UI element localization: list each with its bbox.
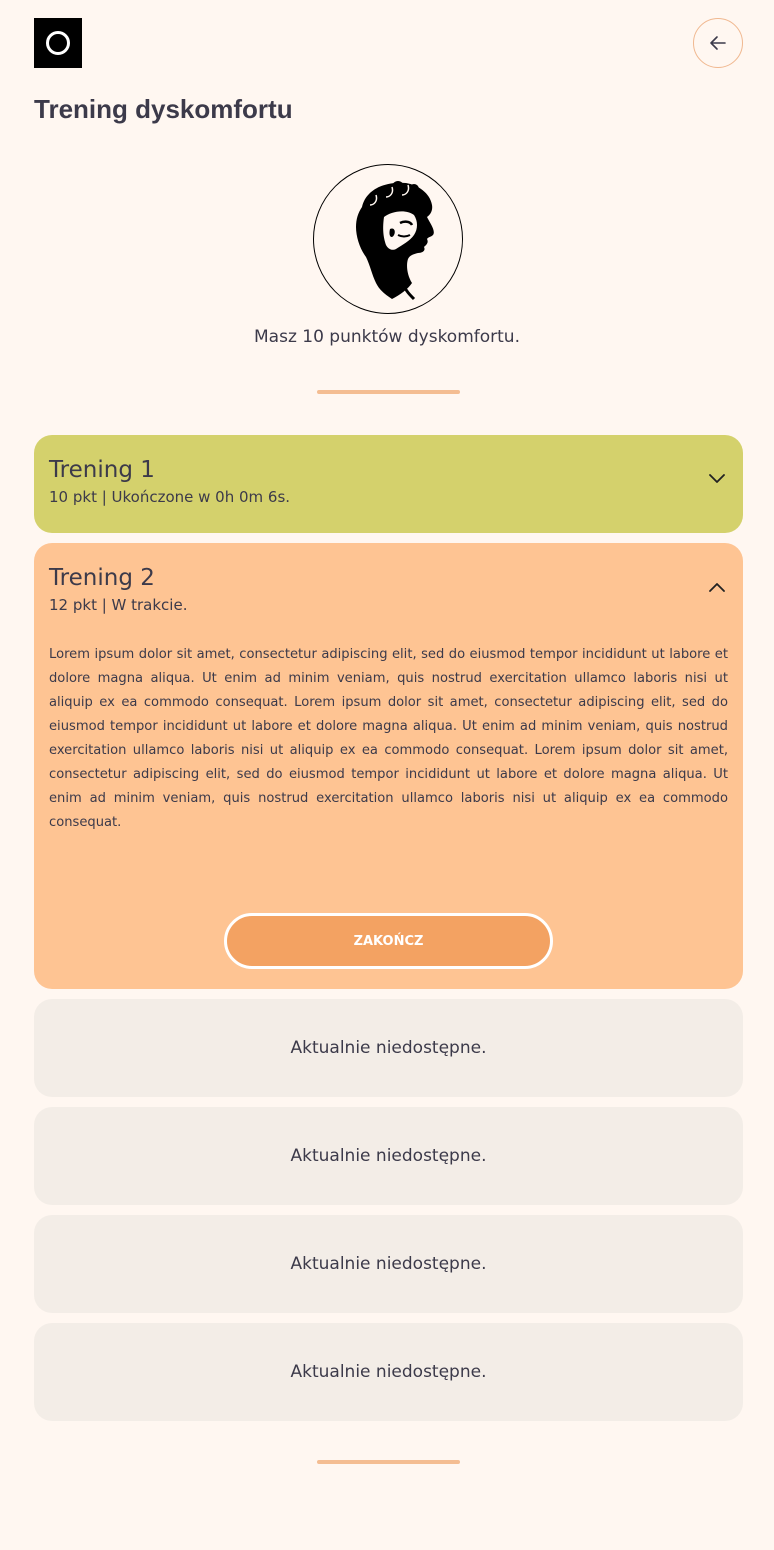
training-title: Trening 2 xyxy=(49,565,155,591)
finish-button[interactable]: ZAKOŃCZ xyxy=(224,913,553,969)
locked-label: Aktualnie niedostępne. xyxy=(290,1146,487,1166)
divider-bottom xyxy=(317,1460,460,1464)
training-card-2[interactable]: Trening 2 12 pkt | W trakcie. Lorem ipsu… xyxy=(34,543,743,989)
page-title: Trening dyskomfortu xyxy=(34,94,293,124)
back-button[interactable] xyxy=(693,18,743,68)
locked-card: Aktualnie niedostępne. xyxy=(34,1107,743,1205)
locked-card: Aktualnie niedostępne. xyxy=(34,1215,743,1313)
points-text: Masz 10 punktów dyskomfortu. xyxy=(254,327,520,347)
ring-logo-icon xyxy=(46,31,70,55)
chevron-up-icon[interactable] xyxy=(707,577,727,597)
arrow-left-icon xyxy=(710,36,726,50)
training-status: 10 pkt | Ukończone w 0h 0m 6s. xyxy=(49,488,291,506)
locked-card: Aktualnie niedostępne. xyxy=(34,999,743,1097)
training-description: Lorem ipsum dolor sit amet, consectetur … xyxy=(49,647,728,830)
training-status: 12 pkt | W trakcie. xyxy=(49,596,188,614)
locked-label: Aktualnie niedostępne. xyxy=(290,1038,487,1058)
divider-top xyxy=(317,390,460,394)
avatar xyxy=(313,164,463,314)
training-card-1[interactable]: Trening 1 10 pkt | Ukończone w 0h 0m 6s. xyxy=(34,435,743,533)
training-title: Trening 1 xyxy=(49,457,155,483)
locked-label: Aktualnie niedostępne. xyxy=(290,1362,487,1382)
app-logo[interactable] xyxy=(34,18,82,68)
locked-label: Aktualnie niedostępne. xyxy=(290,1254,487,1274)
chevron-down-icon[interactable] xyxy=(707,469,727,489)
locked-card: Aktualnie niedostępne. xyxy=(34,1323,743,1421)
statue-head-portrait xyxy=(356,181,434,301)
